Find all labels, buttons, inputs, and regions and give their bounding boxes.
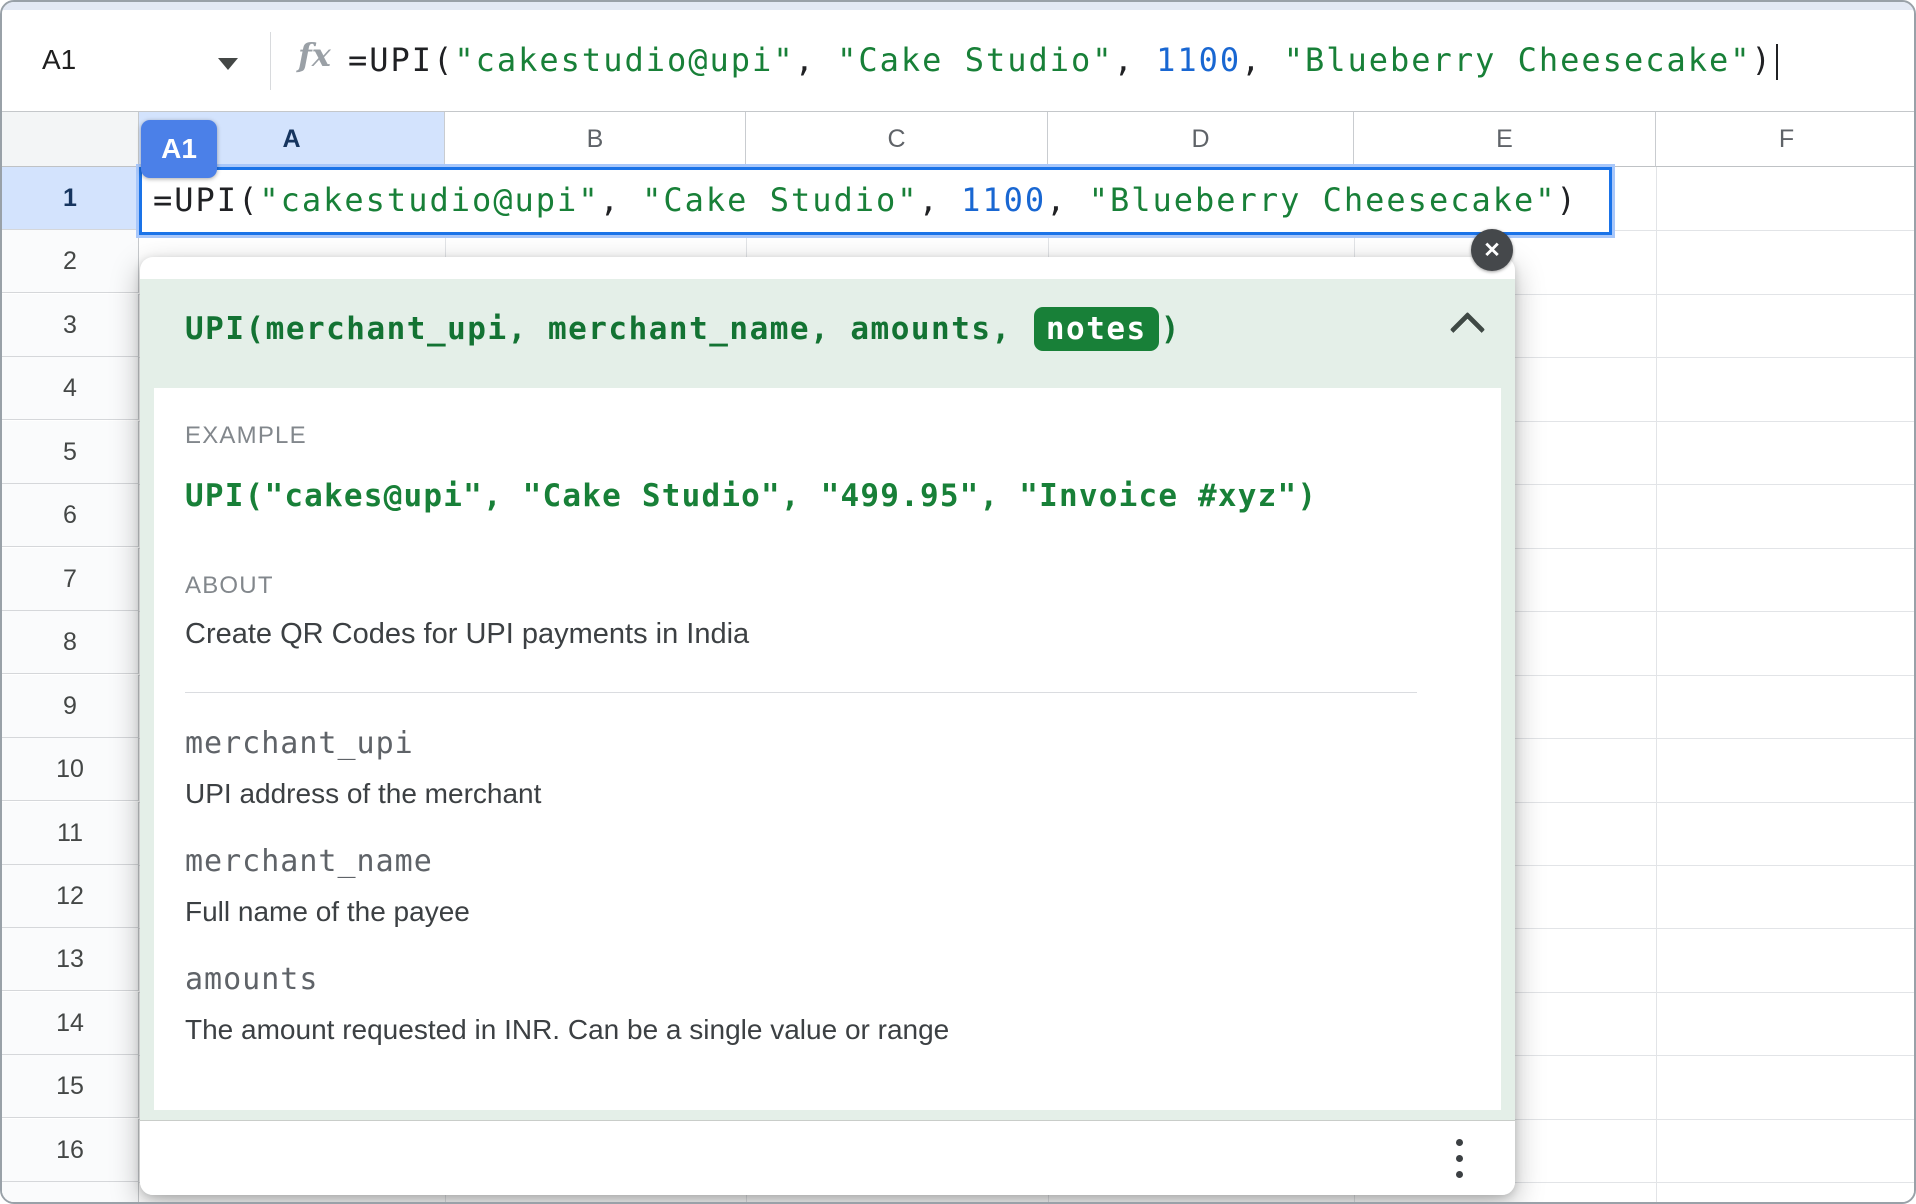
active-parameter-pill: notes xyxy=(1034,307,1159,351)
about-text: Create QR Codes for UPI payments in Indi… xyxy=(185,616,1417,652)
row-header-1[interactable]: 1 xyxy=(2,167,139,230)
column-header-c[interactable]: C xyxy=(746,112,1048,167)
row-header-7[interactable]: 7 xyxy=(2,548,139,611)
row-header-13[interactable]: 13 xyxy=(2,928,139,991)
toolbar-divider xyxy=(270,32,271,90)
row-header-3[interactable]: 3 xyxy=(2,294,139,357)
formula-token-string: "Blueberry Cheesecake" xyxy=(1089,181,1557,219)
row-header-10[interactable]: 10 xyxy=(2,738,139,801)
row-header-partial[interactable] xyxy=(2,1182,139,1204)
help-footer xyxy=(140,1120,1515,1195)
formula-token-plain: , xyxy=(1241,41,1284,79)
kebab-icon xyxy=(1456,1139,1463,1146)
example-code: UPI("cakes@upi", "Cake Studio", "499.95"… xyxy=(185,476,1417,516)
row-header-12[interactable]: 12 xyxy=(2,865,139,928)
signature-text: ) xyxy=(1161,311,1181,347)
parameter-name: merchant_name xyxy=(185,843,1417,881)
formula-bar: A1 fx =UPI("cakestudio@upi", "Cake Studi… xyxy=(2,10,1914,112)
formula-token-plain: , xyxy=(919,181,962,219)
formula-token-plain: ) xyxy=(1557,181,1578,219)
parameter-name: merchant_upi xyxy=(185,725,1417,763)
row-header-16[interactable]: 16 xyxy=(2,1119,139,1182)
column-header-e[interactable]: E xyxy=(1354,112,1656,167)
select-all-corner[interactable] xyxy=(2,112,139,167)
formula-token-string: "cakestudio@upi" xyxy=(259,181,599,219)
formula-token-number: 1100 xyxy=(961,181,1046,219)
formula-token-string: "Cake Studio" xyxy=(642,181,918,219)
section-divider xyxy=(185,692,1417,693)
row-header-9[interactable]: 9 xyxy=(2,675,139,738)
row-header-4[interactable]: 4 xyxy=(2,357,139,420)
column-header-b[interactable]: B xyxy=(445,112,746,167)
fx-icon: fx xyxy=(298,36,331,74)
formula-token-string: "Blueberry Cheesecake" xyxy=(1284,41,1752,79)
text-caret xyxy=(1776,44,1778,80)
parameter-list: merchant_upi UPI address of the merchant m… xyxy=(185,725,1417,1047)
name-box-dropdown-icon[interactable] xyxy=(218,58,238,70)
sheets-window: A1 fx =UPI("cakestudio@upi", "Cake Studi… xyxy=(0,0,1916,1204)
row-header-5[interactable]: 5 xyxy=(2,421,139,484)
example-label: EXAMPLE xyxy=(185,422,1417,450)
row-header-11[interactable]: 11 xyxy=(2,802,139,865)
parameter-description: The amount requested in INR. Can be a si… xyxy=(185,1013,1417,1047)
signature-text: UPI(merchant_upi, merchant_name, amounts… xyxy=(185,311,1032,347)
parameter-description: Full name of the payee xyxy=(185,895,1417,929)
column-header-f[interactable]: F xyxy=(1656,112,1916,167)
about-label: ABOUT xyxy=(185,572,1417,600)
more-options-button[interactable] xyxy=(1437,1136,1481,1180)
collapse-button[interactable] xyxy=(1445,303,1489,347)
formula-token-plain: , xyxy=(795,41,838,79)
kebab-icon xyxy=(1456,1171,1463,1178)
parameter-description: UPI address of the merchant xyxy=(185,777,1417,811)
row-header-15[interactable]: 15 xyxy=(2,1055,139,1118)
formula-token-string: "cakestudio@upi" xyxy=(454,41,794,79)
formula-input[interactable]: =UPI("cakestudio@upi", "Cake Studio", 11… xyxy=(348,34,1778,86)
formula-token-plain: ) xyxy=(1752,41,1773,79)
close-button[interactable]: ✕ xyxy=(1471,229,1513,271)
close-icon: ✕ xyxy=(1483,238,1501,263)
help-content: EXAMPLE UPI("cakes@upi", "Cake Studio", … xyxy=(154,388,1501,1110)
kebab-icon xyxy=(1456,1155,1463,1162)
cell-editor-formula[interactable]: =UPI("cakestudio@upi", "Cake Studio", 11… xyxy=(142,170,1609,231)
row-header-8[interactable]: 8 xyxy=(2,611,139,674)
function-help-popup: UPI(merchant_upi, merchant_name, amounts… xyxy=(140,257,1515,1195)
parameter-name: amounts xyxy=(185,961,1417,999)
formula-token-number: 1100 xyxy=(1156,41,1241,79)
cell-reference-chip: A1 xyxy=(141,120,217,178)
chevron-up-icon xyxy=(1449,312,1484,347)
window-top-strip xyxy=(2,2,1914,10)
name-box[interactable]: A1 xyxy=(42,42,76,78)
function-signature: UPI(merchant_upi, merchant_name, amounts… xyxy=(185,307,1181,351)
formula-token-string: "Cake Studio" xyxy=(837,41,1113,79)
column-header-d[interactable]: D xyxy=(1048,112,1354,167)
row-header-14[interactable]: 14 xyxy=(2,992,139,1055)
row-header-6[interactable]: 6 xyxy=(2,484,139,547)
formula-token-plain: , xyxy=(1114,41,1157,79)
formula-token-plain: , xyxy=(600,181,643,219)
formula-token-plain: , xyxy=(1046,181,1089,219)
gridline-vertical xyxy=(1656,167,1657,1202)
formula-token-plain: =UPI( xyxy=(153,181,259,219)
cell-editor-a1[interactable]: =UPI("cakestudio@upi", "Cake Studio", 11… xyxy=(139,167,1612,235)
row-header-2[interactable]: 2 xyxy=(2,230,139,293)
formula-token-plain: =UPI( xyxy=(348,41,454,79)
